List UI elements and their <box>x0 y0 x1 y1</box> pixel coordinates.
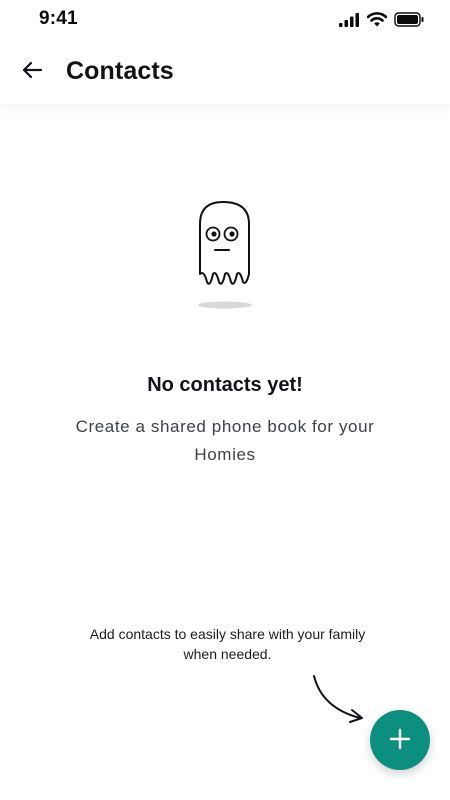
add-contacts-hint: Add contacts to easily share with your f… <box>89 626 366 662</box>
curved-arrow-icon <box>308 672 372 724</box>
empty-state-title: No contacts yet! <box>147 374 303 396</box>
app-header: Contacts <box>0 40 450 104</box>
status-icons <box>339 12 424 32</box>
signal-icon <box>339 12 360 32</box>
battery-icon <box>394 12 424 32</box>
plus-icon <box>389 728 411 753</box>
page-title: Contacts <box>66 57 174 85</box>
status-bar: 9:41 <box>0 0 450 40</box>
wifi-icon <box>366 12 388 32</box>
back-button[interactable] <box>14 54 50 90</box>
empty-state-subtitle: Create a shared phone book for your Homi… <box>75 417 375 464</box>
add-contact-button[interactable] <box>370 710 430 770</box>
status-time: 9:41 <box>39 8 78 29</box>
arrow-left-icon <box>21 61 43 84</box>
ghost-illustration <box>185 196 265 314</box>
